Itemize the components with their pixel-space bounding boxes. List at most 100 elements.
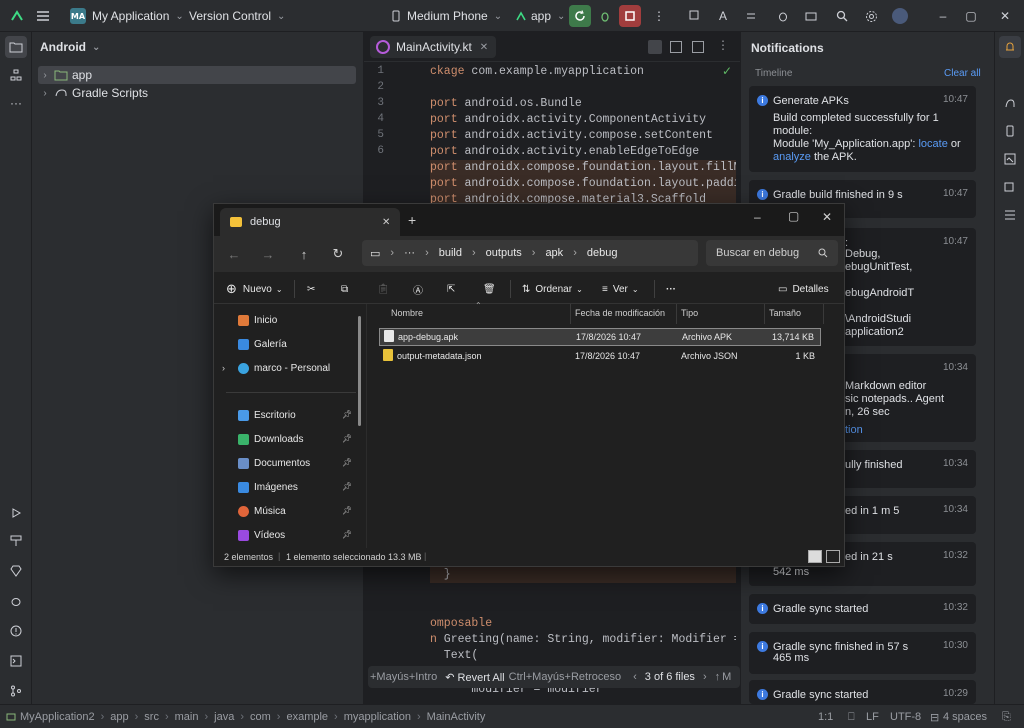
code-line[interactable]: ckage com.example.myapplication [430, 64, 736, 80]
code-view-icon[interactable] [648, 40, 662, 54]
code-line[interactable]: omposable [430, 616, 736, 632]
close-tab-icon[interactable]: ✕ [382, 217, 390, 228]
gem-icon[interactable] [5, 560, 27, 582]
clear-all-link[interactable]: Clear all [944, 68, 981, 79]
tab-mainactivity[interactable]: MainActivity.kt ✕ [370, 36, 497, 58]
file-row[interactable]: app-debug.apk 17/8/2026 10:47 Archivo AP… [379, 328, 821, 346]
breadcrumb-item[interactable]: example [286, 711, 328, 723]
more-tools-icon[interactable]: ··· [5, 92, 27, 114]
explorer-tab[interactable]: debug ✕ [220, 208, 400, 236]
address-crumb[interactable]: build [439, 247, 462, 259]
close-tab-icon[interactable]: ✕ [480, 42, 488, 53]
column-header-date[interactable]: Fecha de modificación [575, 308, 665, 318]
nav-item-pictures[interactable]: Imágenes [238, 477, 298, 497]
more-options-button[interactable]: ··· [666, 280, 676, 298]
code-line[interactable] [430, 583, 736, 599]
next-change-icon[interactable]: › [703, 671, 707, 683]
build-variants-icon[interactable] [999, 204, 1021, 226]
breadcrumb-item[interactable]: myapplication [344, 711, 411, 723]
code-line[interactable]: port android.os.Bundle [430, 96, 736, 112]
new-tab-icon[interactable]: + [408, 212, 416, 228]
close-window-icon[interactable]: ✕ [994, 5, 1016, 27]
translate-icon[interactable]: A [712, 5, 734, 27]
search-icon[interactable] [831, 5, 853, 27]
column-header-name[interactable]: Nombre [391, 308, 423, 318]
tree-item-app[interactable]: › app [38, 66, 356, 84]
copy-icon[interactable]: ⧉ [341, 280, 348, 298]
nav-item-documents[interactable]: Documentos [238, 453, 310, 473]
nav-item-home[interactable]: Inicio [238, 310, 277, 330]
code-line[interactable]: Text( [430, 648, 736, 664]
readonly-lock-icon[interactable]: ⎕ [848, 711, 855, 724]
nav-item-onedrive[interactable]: marco - Personal [238, 358, 330, 378]
code-line[interactable]: n Greeting(name: String, modifier: Modif… [430, 632, 736, 648]
design-view-icon[interactable] [692, 41, 704, 53]
column-header-type[interactable]: Tipo [681, 308, 698, 318]
code-line[interactable] [430, 80, 736, 96]
nav-item-desktop[interactable]: Escritorio [238, 405, 296, 425]
project-tool-icon[interactable] [5, 36, 27, 58]
back-arrow-icon[interactable]: ← [224, 244, 244, 264]
code-line[interactable]: } [430, 567, 736, 583]
search-input[interactable]: Buscar en debug [706, 240, 838, 266]
code-line[interactable]: port androidx.compose.foundation.layout.… [430, 176, 736, 192]
tiles-view-icon[interactable] [826, 550, 840, 563]
caret-position[interactable]: 1:1 [818, 711, 833, 723]
notification-card[interactable]: i Gradle sync started 10:29 [749, 680, 976, 704]
breadcrumb-item[interactable]: MainActivity [427, 711, 486, 723]
logcat-icon[interactable] [5, 590, 27, 612]
delete-trash-icon[interactable]: 🗑︎ [483, 280, 496, 298]
resource-manager-icon[interactable] [999, 148, 1021, 170]
nav-pane-scrollbar[interactable] [358, 316, 361, 426]
analyze-link[interactable]: analyze [773, 151, 811, 163]
cut-scissors-icon[interactable]: ✂ [307, 280, 315, 298]
sort-button[interactable]: ⇅ Ordenar ⌄ [522, 280, 583, 298]
stop-button[interactable] [619, 5, 641, 27]
account-avatar[interactable] [889, 5, 911, 27]
nav-item-gallery[interactable]: Galería [238, 334, 287, 354]
details-pane-button[interactable]: ▭ Detalles [778, 280, 829, 298]
gradle-tool-icon[interactable] [999, 92, 1021, 114]
breadcrumb-item[interactable]: com [250, 711, 271, 723]
previous-change-icon[interactable]: ‹ [633, 671, 637, 683]
minimize-window-icon[interactable]: – [932, 5, 954, 27]
vcs-selector[interactable]: Version Control ⌄ [189, 0, 285, 32]
sdk-manager-icon[interactable] [800, 5, 822, 27]
notification-card[interactable]: i Gradle sync finished in 57 s 10:30 465… [749, 632, 976, 674]
settings-gear-icon[interactable] [860, 5, 882, 27]
run-tool-icon[interactable] [5, 502, 27, 524]
share-icon[interactable]: ⇱ [447, 280, 455, 298]
nav-item-downloads[interactable]: Downloads [238, 429, 303, 449]
running-devices-icon[interactable] [999, 176, 1021, 198]
run-config-selector[interactable]: app ⌄ [515, 0, 565, 32]
notifications-bell-icon[interactable] [999, 36, 1021, 58]
structure-tool-icon[interactable] [5, 64, 27, 86]
version-control-icon[interactable] [5, 680, 27, 702]
close-icon[interactable]: ✕ [822, 210, 832, 224]
split-view-icon[interactable] [670, 41, 682, 53]
device-file-explorer-icon[interactable] [999, 120, 1021, 142]
debug-button[interactable] [594, 5, 616, 27]
file-encoding[interactable]: UTF-8 [890, 711, 921, 723]
maximize-icon[interactable]: ▢ [788, 209, 799, 223]
maximize-window-icon[interactable]: ▢ [960, 5, 982, 27]
details-view-icon[interactable] [808, 550, 822, 563]
device-selector[interactable]: Medium Phone ⌄ [390, 0, 502, 32]
address-bar[interactable]: ▭ › ··· › build › outputs › apk › debug [362, 240, 698, 266]
breadcrumb-item[interactable]: java [214, 711, 234, 723]
breadcrumb-item[interactable]: MyApplication2 [20, 711, 95, 723]
address-crumb[interactable]: debug [587, 247, 618, 259]
device-manager-icon[interactable] [772, 5, 794, 27]
tree-item-gradle-scripts[interactable]: › Gradle Scripts [38, 84, 356, 102]
address-crumb[interactable]: apk [545, 247, 563, 259]
notification-card[interactable]: i Generate APKs 10:47 Build completed su… [749, 86, 976, 172]
problems-icon[interactable] [5, 620, 27, 642]
line-separator[interactable]: LF [866, 711, 879, 723]
memory-indicator-icon[interactable]: ⎘ [1002, 711, 1011, 724]
code-line[interactable]: port androidx.activity.compose.setConten… [430, 128, 736, 144]
indent-setting[interactable]: 4 spaces [943, 711, 987, 723]
editor-more-icon[interactable]: ⋮ [717, 38, 729, 52]
code-line[interactable]: port androidx.compose.foundation.layout.… [430, 160, 736, 176]
main-menu-icon[interactable] [36, 0, 50, 32]
project-selector[interactable]: MA My Application ⌄ [70, 0, 184, 32]
